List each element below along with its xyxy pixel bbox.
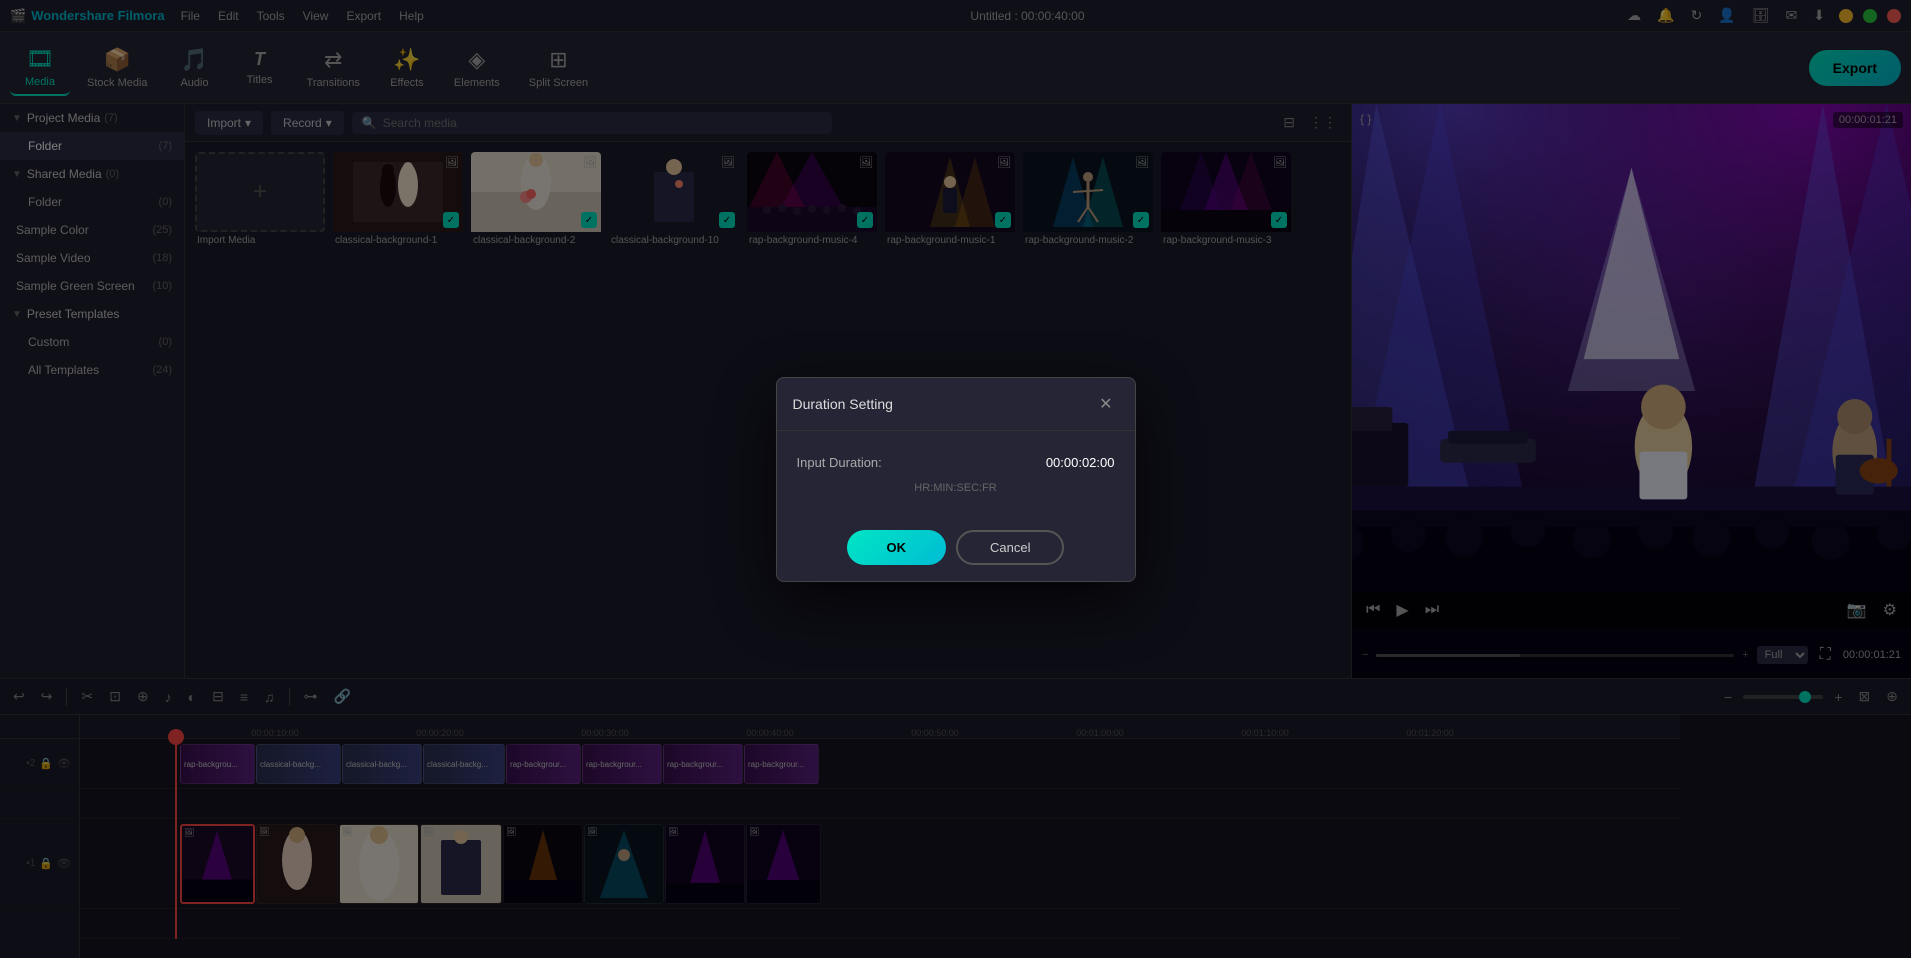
dialog-footer: OK Cancel xyxy=(777,518,1135,581)
dialog-close-button[interactable]: ✕ xyxy=(1093,392,1118,416)
dialog-duration-row: Input Duration: 00:00:02:00 xyxy=(797,455,1115,470)
dialog-overlay: Duration Setting ✕ Input Duration: 00:00… xyxy=(0,0,1911,958)
dialog-title: Duration Setting xyxy=(793,396,893,412)
dialog-input-duration-label: Input Duration: xyxy=(797,455,882,470)
duration-dialog: Duration Setting ✕ Input Duration: 00:00… xyxy=(776,377,1136,582)
dialog-header: Duration Setting ✕ xyxy=(777,378,1135,431)
dialog-cancel-button[interactable]: Cancel xyxy=(956,530,1064,565)
dialog-body: Input Duration: 00:00:02:00 HR:MIN:SEC:F… xyxy=(777,431,1135,518)
dialog-format-hint: HR:MIN:SEC:FR xyxy=(797,482,1115,494)
dialog-input-duration-value[interactable]: 00:00:02:00 xyxy=(1046,455,1115,470)
dialog-ok-button[interactable]: OK xyxy=(847,530,947,565)
